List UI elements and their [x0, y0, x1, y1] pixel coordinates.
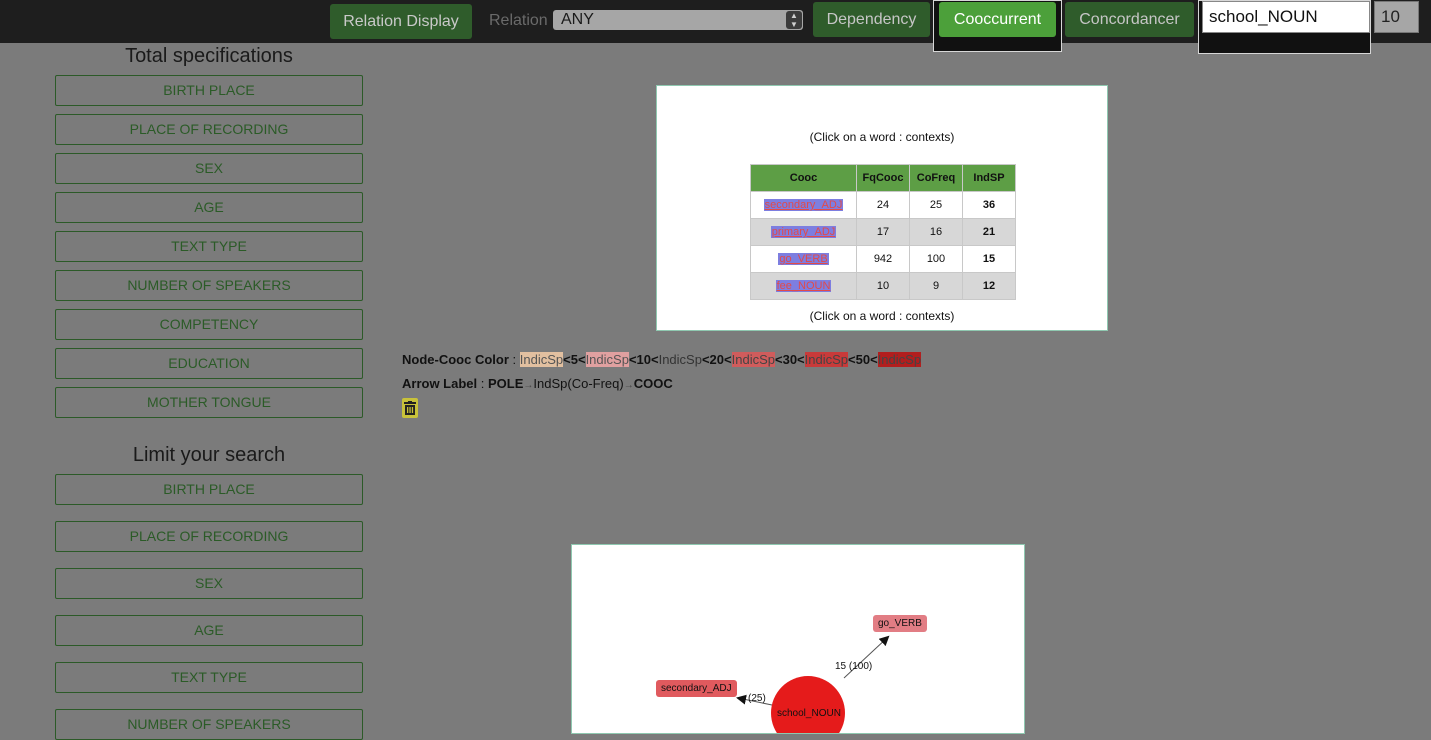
cooc-cell: go_VERB: [750, 245, 857, 273]
indsp-cell: 21: [962, 218, 1016, 246]
legend-indic-3: IndicSp: [658, 352, 702, 367]
concordancer-button[interactable]: Concordancer: [1065, 2, 1194, 37]
table-row: secondary_ADJ 24 25 36: [750, 191, 1016, 219]
indsp-cell: 12: [962, 272, 1016, 300]
col-header-cofreq[interactable]: CoFreq: [909, 164, 963, 192]
fqcooc-cell: 24: [856, 191, 910, 219]
relation-label: Relation: [489, 12, 548, 29]
cooc-cell: secondary_ADJ: [750, 191, 857, 219]
limit-birth-place-button[interactable]: BIRTH PLACE: [55, 474, 363, 505]
search-input[interactable]: [1202, 1, 1370, 33]
node-school-noun[interactable]: school_NOUN: [772, 705, 846, 722]
trash-icon: [404, 401, 416, 415]
col-header-indsp[interactable]: IndSP: [962, 164, 1016, 192]
total-spec-competency-button[interactable]: COMPETENCY: [55, 309, 363, 340]
table-row: go_VERB 942 100 15: [750, 245, 1016, 273]
fqcooc-cell: 942: [856, 245, 910, 273]
total-spec-age-button[interactable]: AGE: [55, 192, 363, 223]
cofreq-cell: 100: [909, 245, 963, 273]
total-spec-number-of-speakers-button[interactable]: NUMBER OF SPEAKERS: [55, 270, 363, 301]
dependency-button[interactable]: Dependency: [813, 2, 930, 37]
cooc-cell: primary_ADJ: [750, 218, 857, 246]
cooc-word-link[interactable]: primary_ADJ: [770, 226, 837, 238]
select-arrows-icon: ▲ ▼: [786, 11, 802, 29]
cooccurrence-table-panel: (Click on a word : contexts) Cooc FqCooc…: [656, 85, 1108, 331]
table-header-row: Cooc FqCooc CoFreq IndSP: [750, 164, 1016, 192]
total-spec-sex-button[interactable]: SEX: [55, 153, 363, 184]
total-spec-education-button[interactable]: EDUCATION: [55, 348, 363, 379]
count-input[interactable]: [1374, 1, 1419, 33]
limit-text-type-button[interactable]: TEXT TYPE: [55, 662, 363, 693]
arrow-legend-cooc: COOC: [633, 376, 673, 391]
trash-button[interactable]: [402, 398, 418, 418]
cofreq-cell: 25: [909, 191, 963, 219]
cofreq-cell: 9: [909, 272, 963, 300]
legend-threshold-50: <50<: [848, 352, 878, 367]
cooc-cell: fee_NOUN: [750, 272, 857, 300]
arrow-legend-sep: :: [480, 376, 485, 391]
indsp-cell: 15: [962, 245, 1016, 273]
legend-threshold-5: <5<: [563, 352, 586, 367]
relation-display-button[interactable]: Relation Display: [330, 4, 472, 39]
relation-select[interactable]: ANY ▲ ▼: [553, 10, 803, 30]
total-specifications-heading: Total specifications: [125, 45, 293, 67]
legend-indic-5: IndicSp: [804, 352, 849, 367]
arrow-legend-title: Arrow Label: [402, 376, 478, 391]
node-go-verb[interactable]: go_VERB: [873, 615, 927, 632]
legend-indic-4: IndicSp: [731, 352, 775, 367]
table-row: primary_ADJ 17 16 21: [750, 218, 1016, 246]
cooc-word-link[interactable]: go_VERB: [778, 253, 829, 265]
table-note-bottom: (Click on a word : contexts): [809, 309, 955, 323]
indsp-cell: 36: [962, 191, 1016, 219]
limit-search-heading: Limit your search: [132, 444, 286, 466]
cooccurrence-graph-panel: 15 (100) (25) go_VERB secondary_ADJ scho…: [571, 544, 1025, 734]
table-row: fee_NOUN 10 9 12: [750, 272, 1016, 300]
legend-indic-2: IndicSp: [585, 352, 629, 367]
cooccurrent-button[interactable]: Cooccurrent: [939, 2, 1056, 37]
cooc-word-link[interactable]: fee_NOUN: [775, 280, 832, 292]
total-spec-text-type-button[interactable]: TEXT TYPE: [55, 231, 363, 262]
limit-place-of-recording-button[interactable]: PLACE OF RECORDING: [55, 521, 363, 552]
cooccurrence-table: Cooc FqCooc CoFreq IndSP secondary_ADJ 2…: [750, 164, 1016, 300]
arrow-right-icon: →: [623, 380, 634, 391]
limit-sex-button[interactable]: SEX: [55, 568, 363, 599]
col-header-fqcooc[interactable]: FqCooc: [856, 164, 910, 192]
node-secondary-adj[interactable]: secondary_ADJ: [656, 680, 737, 697]
relation-select-value: ANY: [561, 11, 594, 28]
total-spec-place-of-recording-button[interactable]: PLACE OF RECORDING: [55, 114, 363, 145]
fqcooc-cell: 17: [856, 218, 910, 246]
total-spec-mother-tongue-button[interactable]: MOTHER TONGUE: [55, 387, 363, 418]
legend-threshold-30: <30<: [775, 352, 805, 367]
legend-color-title: Node-Cooc Color: [402, 352, 509, 367]
arrow-label-legend: Arrow Label : POLE→IndSp(Co-Freq)→COOC: [402, 376, 673, 391]
legend-threshold-20: <20<: [701, 352, 732, 367]
table-note-top: (Click on a word : contexts): [809, 130, 955, 144]
arrow-right-icon: →: [523, 380, 534, 391]
arrow-legend-pole: POLE: [488, 376, 524, 391]
arrow-legend-mid: IndSp(Co-Freq): [533, 376, 624, 391]
edge-label-go: 15 (100): [835, 661, 873, 672]
legend-sep: :: [512, 352, 517, 367]
legend-threshold-10: <10<: [628, 352, 659, 367]
cooc-word-link[interactable]: secondary_ADJ: [763, 199, 844, 211]
legend-indic-6: IndicSp: [877, 352, 922, 367]
cofreq-cell: 16: [909, 218, 963, 246]
col-header-cooc[interactable]: Cooc: [750, 164, 857, 192]
limit-age-button[interactable]: AGE: [55, 615, 363, 646]
total-spec-birth-place-button[interactable]: BIRTH PLACE: [55, 75, 363, 106]
limit-number-of-speakers-button[interactable]: NUMBER OF SPEAKERS: [55, 709, 363, 740]
node-color-legend: Node-Cooc Color : IndicSp<5<IndicSp<10<I…: [402, 352, 922, 367]
fqcooc-cell: 10: [856, 272, 910, 300]
edge-label-secondary: (25): [748, 693, 766, 704]
legend-indic-1: IndicSp: [519, 352, 564, 367]
